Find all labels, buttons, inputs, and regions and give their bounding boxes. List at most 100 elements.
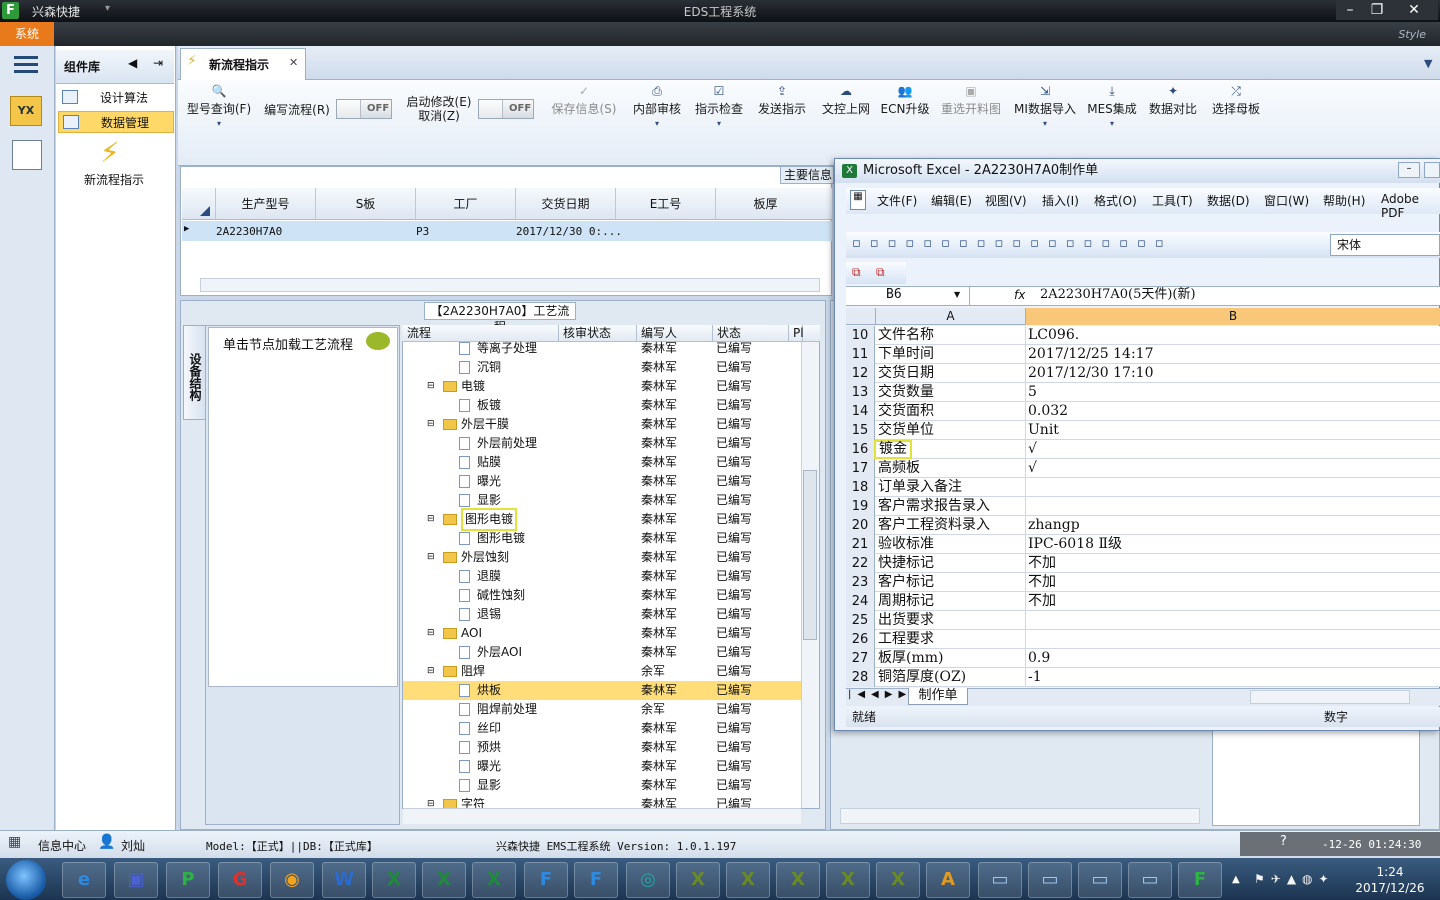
chevron-down-icon[interactable]: ▼ [954, 290, 960, 299]
excel-menu-file[interactable]: 文件(F) [877, 192, 917, 209]
excel-menu-data[interactable]: 数据(D) [1207, 192, 1250, 209]
excel-row[interactable]: 25 出货要求 [846, 611, 1440, 630]
cell-a[interactable]: 高频板 [878, 459, 920, 478]
cell-b[interactable]: √ [1028, 459, 1037, 478]
data-compare-button[interactable]: ✦ 数据对比 [1146, 84, 1200, 117]
tree-row[interactable]: 预烘 秦林军 已编写 [403, 738, 801, 757]
mes-integration-button[interactable]: ⤓ MES集成 ▾ [1086, 84, 1138, 133]
excel-menu-format[interactable]: 格式(O) [1094, 192, 1137, 209]
tree-row[interactable]: 沉铜 秦林军 已编写 [403, 358, 801, 377]
excel-row[interactable]: 22 快捷标记 不加 [846, 554, 1440, 573]
new-flow-launcher-label[interactable]: 新流程指示 [84, 171, 144, 188]
tab-close-icon[interactable]: ✕ [289, 56, 298, 69]
cell-b[interactable]: 2017/12/25 14:17 [1028, 345, 1154, 364]
tree-row[interactable]: 退锡 秦林军 已编写 [403, 605, 801, 624]
excel-menu-adobe-pdf[interactable]: Adobe PDF [1381, 192, 1440, 220]
excel-minimize-button[interactable]: – [1398, 162, 1420, 178]
cell-a[interactable]: 交货日期 [878, 364, 934, 383]
tree-row[interactable]: 丝印 秦林军 已编写 [403, 719, 801, 738]
excel-font-box[interactable]: 宋体 [1330, 234, 1440, 256]
g-app-icon[interactable]: G [218, 862, 262, 898]
sheet-tab-production-order[interactable]: 制作单 [908, 688, 968, 705]
lightning-icon[interactable]: ⚡ [100, 138, 120, 168]
main-info-tab[interactable]: 主要信息 [780, 166, 834, 184]
cell-b[interactable]: Unit [1028, 421, 1059, 440]
pdf-convert-icon[interactable]: ⧉ [852, 265, 861, 280]
system-menu-tab[interactable]: 系统 [0, 22, 54, 46]
excel-window-icon[interactable]: X [826, 862, 870, 898]
tree-row[interactable]: ⊟ 电镀 秦林军 已编写 [403, 377, 801, 396]
tree-row[interactable]: ⊟ 外层蚀刻 秦林军 已编写 [403, 548, 801, 567]
taskbar-clock[interactable]: 1:24 2017/12/26 [1340, 864, 1440, 896]
row-number[interactable]: 23 [846, 573, 875, 592]
ie-browser-icon[interactable]: e [62, 862, 106, 898]
factory-module-icon[interactable]: YX [10, 96, 42, 126]
tree-row[interactable]: 等离子处理 秦林军 已编写 [403, 339, 801, 358]
tree-horizontal-scrollbar[interactable] [403, 808, 801, 824]
tree-row[interactable]: ⊟ 阻焊 余军 已编写 [403, 662, 801, 681]
collapse-node-icon[interactable]: ⊟ [427, 548, 435, 567]
collapse-node-icon[interactable]: ⊟ [427, 415, 435, 434]
excel-window-icon[interactable]: X [726, 862, 770, 898]
maximize-button[interactable]: ❐ [1364, 0, 1390, 20]
column-header-factory[interactable]: 工厂 [415, 188, 515, 220]
chat-bubble-icon[interactable] [366, 332, 390, 350]
save-info-button[interactable]: ✓ 保存信息(S) [548, 84, 620, 117]
row-number[interactable]: 15 [846, 421, 875, 440]
a-app-icon[interactable]: A [926, 862, 970, 898]
excel-toolbar-icons[interactable]: ▫▫▫▫▫▫▫▫▫▫▫▫▫▫▫▫▫▫ [852, 236, 1173, 251]
tree-row[interactable]: 曝光 秦林军 已编写 [403, 757, 801, 776]
model-query-button[interactable]: 🔍 型号查询(F) ▾ [186, 84, 252, 133]
cell-b[interactable]: 不加 [1028, 592, 1056, 611]
sidebar-item-design-algorithm[interactable]: 设计算法 [58, 87, 174, 109]
row-number[interactable]: 16 [846, 440, 875, 459]
tab-list-dropdown-icon[interactable]: ▼ [1424, 57, 1432, 70]
excel-window-icon[interactable]: X [876, 862, 920, 898]
help-icon[interactable]: ? [1280, 834, 1287, 849]
excel-menu-edit[interactable]: 编辑(E) [931, 192, 972, 209]
cell-a[interactable]: 交货数量 [878, 383, 934, 402]
send-instruction-button[interactable]: ⇪ 发送指示 [754, 84, 810, 117]
info-center-link[interactable]: 信息中心 [38, 837, 86, 854]
excel-row[interactable]: 13 交货数量 5 [846, 383, 1440, 402]
excel-menu-insert[interactable]: 插入(I) [1042, 192, 1079, 209]
row-number[interactable]: 27 [846, 649, 875, 668]
cell-a[interactable]: 客户工程资料录入 [878, 516, 990, 535]
cell-b[interactable]: -1 [1028, 668, 1042, 687]
table-row[interactable]: ▶ 2A2230H7A0 P3 2017/12/30 0:... [182, 221, 832, 241]
tree-row[interactable]: ⊟ 外层干膜 秦林军 已编写 [403, 415, 801, 434]
collapse-node-icon[interactable]: ⊟ [427, 377, 435, 396]
window-icon[interactable]: ▭ [1128, 862, 1172, 898]
collapse-node-icon[interactable]: ⊟ [427, 662, 435, 681]
excel-name-box[interactable]: B6 [846, 286, 970, 306]
cell-a[interactable]: 快捷标记 [878, 554, 934, 573]
internal-review-button[interactable]: ⎙ 内部审核 ▾ [630, 84, 684, 133]
excel-row[interactable]: 28 铜箔厚度(OZ) -1 [846, 668, 1440, 687]
collapse-node-icon[interactable]: ⊟ [427, 510, 435, 529]
column-header-model[interactable]: 生产型号 [215, 188, 315, 220]
f-app-icon[interactable]: F [524, 862, 568, 898]
fx-icon[interactable]: fx [1014, 286, 1030, 304]
cell-a[interactable]: 周期标记 [878, 592, 934, 611]
row-number[interactable]: 25 [846, 611, 875, 630]
mi-import-button[interactable]: ⇲ MI数据导入 ▾ [1012, 84, 1078, 133]
cell-a[interactable]: 客户标记 [878, 573, 934, 592]
excel-row[interactable]: 16 镀金 √ [846, 440, 1440, 459]
tab-new-flow[interactable]: ⚡ 新流程指示 ✕ [180, 48, 306, 80]
tree-row[interactable]: 图形电镀 秦林军 已编写 [403, 529, 801, 548]
tray-expand-icon[interactable]: ▲ [1232, 874, 1240, 885]
excel-app-icon[interactable]: X [372, 862, 416, 898]
tree-row[interactable]: 外层前处理 秦林军 已编写 [403, 434, 801, 453]
excel-formula-value[interactable]: 2A2230H7A0(5天件)(新) [1040, 286, 1196, 304]
excel-row[interactable]: 23 客户标记 不加 [846, 573, 1440, 592]
window-icon[interactable]: ▭ [1078, 862, 1122, 898]
row-number[interactable]: 13 [846, 383, 875, 402]
tree-row[interactable]: 外层AOI 秦林军 已编写 [403, 643, 801, 662]
instruction-check-button[interactable]: ☑ 指示检查 ▾ [692, 84, 746, 133]
column-header-e-number[interactable]: E工号 [615, 188, 715, 220]
window-icon[interactable]: ▭ [1028, 862, 1072, 898]
row-number[interactable]: 18 [846, 478, 875, 497]
grid-horizontal-scrollbar[interactable] [200, 278, 820, 292]
row-number[interactable]: 14 [846, 402, 875, 421]
row-number[interactable]: 28 [846, 668, 875, 687]
